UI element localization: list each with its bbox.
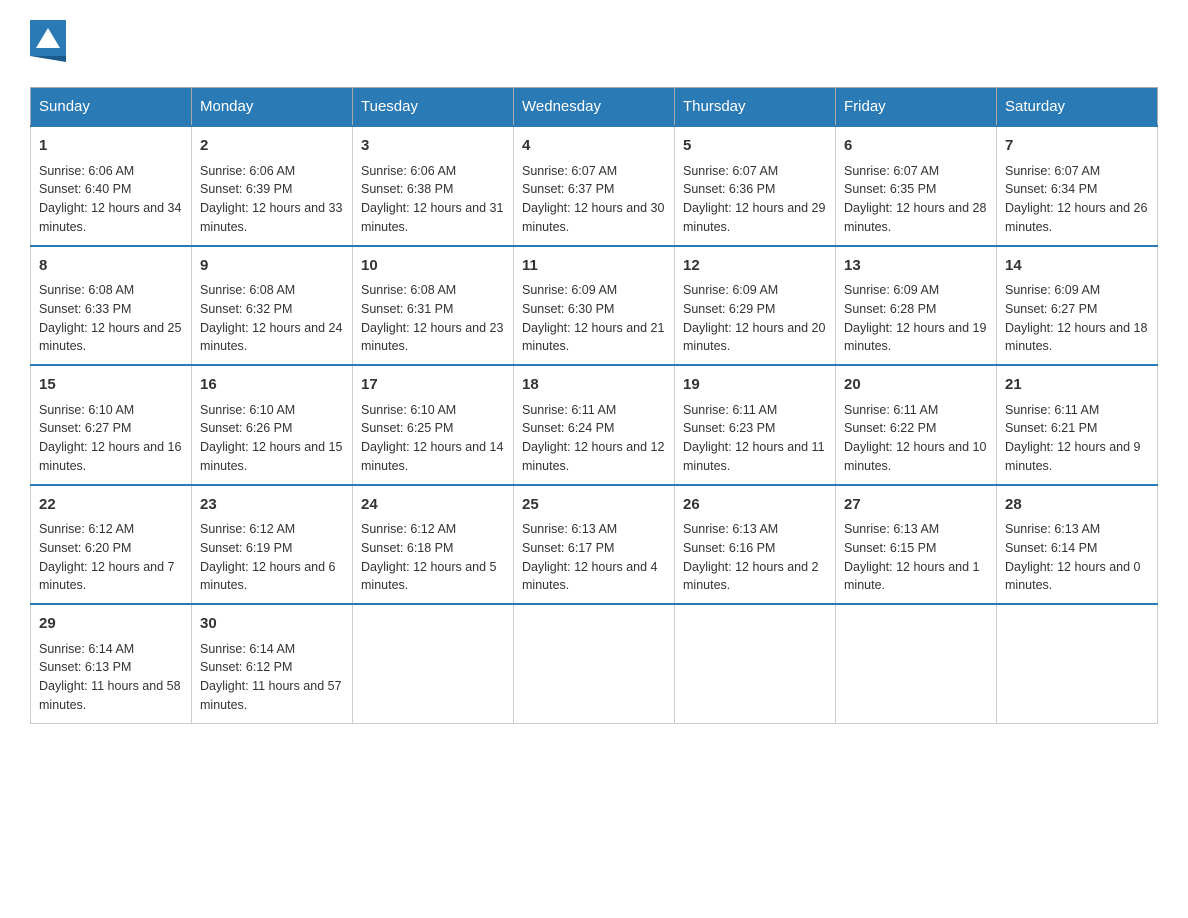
day-number: 24 bbox=[361, 494, 505, 517]
table-row: 29Sunrise: 6:14 AMSunset: 6:13 PMDayligh… bbox=[31, 604, 192, 723]
day-number: 6 bbox=[844, 135, 988, 158]
table-row bbox=[675, 604, 836, 723]
day-number: 13 bbox=[844, 255, 988, 278]
calendar-week-row: 29Sunrise: 6:14 AMSunset: 6:13 PMDayligh… bbox=[31, 604, 1158, 723]
day-number: 7 bbox=[1005, 135, 1149, 158]
table-row: 26Sunrise: 6:13 AMSunset: 6:16 PMDayligh… bbox=[675, 485, 836, 605]
day-number: 29 bbox=[39, 613, 183, 636]
day-number: 3 bbox=[361, 135, 505, 158]
table-row: 30Sunrise: 6:14 AMSunset: 6:12 PMDayligh… bbox=[192, 604, 353, 723]
col-sunday: Sunday bbox=[31, 88, 192, 127]
col-wednesday: Wednesday bbox=[514, 88, 675, 127]
calendar-week-row: 1Sunrise: 6:06 AMSunset: 6:40 PMDaylight… bbox=[31, 126, 1158, 246]
day-number: 28 bbox=[1005, 494, 1149, 517]
day-number: 23 bbox=[200, 494, 344, 517]
logo bbox=[30, 20, 72, 67]
table-row: 28Sunrise: 6:13 AMSunset: 6:14 PMDayligh… bbox=[997, 485, 1158, 605]
day-number: 4 bbox=[522, 135, 666, 158]
table-row: 8Sunrise: 6:08 AMSunset: 6:33 PMDaylight… bbox=[31, 246, 192, 366]
table-row: 13Sunrise: 6:09 AMSunset: 6:28 PMDayligh… bbox=[836, 246, 997, 366]
table-row: 24Sunrise: 6:12 AMSunset: 6:18 PMDayligh… bbox=[353, 485, 514, 605]
day-number: 30 bbox=[200, 613, 344, 636]
table-row: 5Sunrise: 6:07 AMSunset: 6:36 PMDaylight… bbox=[675, 126, 836, 246]
day-number: 22 bbox=[39, 494, 183, 517]
col-tuesday: Tuesday bbox=[353, 88, 514, 127]
table-row: 27Sunrise: 6:13 AMSunset: 6:15 PMDayligh… bbox=[836, 485, 997, 605]
day-number: 16 bbox=[200, 374, 344, 397]
table-row: 22Sunrise: 6:12 AMSunset: 6:20 PMDayligh… bbox=[31, 485, 192, 605]
calendar-week-row: 15Sunrise: 6:10 AMSunset: 6:27 PMDayligh… bbox=[31, 365, 1158, 485]
col-thursday: Thursday bbox=[675, 88, 836, 127]
table-row: 19Sunrise: 6:11 AMSunset: 6:23 PMDayligh… bbox=[675, 365, 836, 485]
day-number: 20 bbox=[844, 374, 988, 397]
day-number: 10 bbox=[361, 255, 505, 278]
table-row: 6Sunrise: 6:07 AMSunset: 6:35 PMDaylight… bbox=[836, 126, 997, 246]
table-row: 10Sunrise: 6:08 AMSunset: 6:31 PMDayligh… bbox=[353, 246, 514, 366]
header-row: Sunday Monday Tuesday Wednesday Thursday… bbox=[31, 88, 1158, 127]
calendar-week-row: 8Sunrise: 6:08 AMSunset: 6:33 PMDaylight… bbox=[31, 246, 1158, 366]
table-row: 9Sunrise: 6:08 AMSunset: 6:32 PMDaylight… bbox=[192, 246, 353, 366]
table-row: 2Sunrise: 6:06 AMSunset: 6:39 PMDaylight… bbox=[192, 126, 353, 246]
table-row: 3Sunrise: 6:06 AMSunset: 6:38 PMDaylight… bbox=[353, 126, 514, 246]
day-number: 25 bbox=[522, 494, 666, 517]
day-number: 8 bbox=[39, 255, 183, 278]
day-number: 18 bbox=[522, 374, 666, 397]
day-number: 9 bbox=[200, 255, 344, 278]
table-row: 16Sunrise: 6:10 AMSunset: 6:26 PMDayligh… bbox=[192, 365, 353, 485]
day-number: 1 bbox=[39, 135, 183, 158]
table-row: 18Sunrise: 6:11 AMSunset: 6:24 PMDayligh… bbox=[514, 365, 675, 485]
col-friday: Friday bbox=[836, 88, 997, 127]
day-number: 17 bbox=[361, 374, 505, 397]
day-number: 11 bbox=[522, 255, 666, 278]
day-number: 19 bbox=[683, 374, 827, 397]
table-row bbox=[836, 604, 997, 723]
table-row: 14Sunrise: 6:09 AMSunset: 6:27 PMDayligh… bbox=[997, 246, 1158, 366]
day-number: 15 bbox=[39, 374, 183, 397]
day-number: 27 bbox=[844, 494, 988, 517]
day-number: 21 bbox=[1005, 374, 1149, 397]
table-row: 4Sunrise: 6:07 AMSunset: 6:37 PMDaylight… bbox=[514, 126, 675, 246]
col-saturday: Saturday bbox=[997, 88, 1158, 127]
table-row bbox=[514, 604, 675, 723]
table-row: 12Sunrise: 6:09 AMSunset: 6:29 PMDayligh… bbox=[675, 246, 836, 366]
calendar-week-row: 22Sunrise: 6:12 AMSunset: 6:20 PMDayligh… bbox=[31, 485, 1158, 605]
col-monday: Monday bbox=[192, 88, 353, 127]
day-number: 5 bbox=[683, 135, 827, 158]
table-row: 15Sunrise: 6:10 AMSunset: 6:27 PMDayligh… bbox=[31, 365, 192, 485]
calendar-table: Sunday Monday Tuesday Wednesday Thursday… bbox=[30, 87, 1158, 724]
table-row: 7Sunrise: 6:07 AMSunset: 6:34 PMDaylight… bbox=[997, 126, 1158, 246]
day-number: 2 bbox=[200, 135, 344, 158]
logo-icon bbox=[30, 20, 66, 67]
day-number: 26 bbox=[683, 494, 827, 517]
table-row: 17Sunrise: 6:10 AMSunset: 6:25 PMDayligh… bbox=[353, 365, 514, 485]
day-number: 14 bbox=[1005, 255, 1149, 278]
table-row bbox=[997, 604, 1158, 723]
table-row: 11Sunrise: 6:09 AMSunset: 6:30 PMDayligh… bbox=[514, 246, 675, 366]
table-row: 1Sunrise: 6:06 AMSunset: 6:40 PMDaylight… bbox=[31, 126, 192, 246]
table-row: 25Sunrise: 6:13 AMSunset: 6:17 PMDayligh… bbox=[514, 485, 675, 605]
page-header bbox=[30, 20, 1158, 67]
table-row bbox=[353, 604, 514, 723]
table-row: 20Sunrise: 6:11 AMSunset: 6:22 PMDayligh… bbox=[836, 365, 997, 485]
table-row: 23Sunrise: 6:12 AMSunset: 6:19 PMDayligh… bbox=[192, 485, 353, 605]
table-row: 21Sunrise: 6:11 AMSunset: 6:21 PMDayligh… bbox=[997, 365, 1158, 485]
day-number: 12 bbox=[683, 255, 827, 278]
